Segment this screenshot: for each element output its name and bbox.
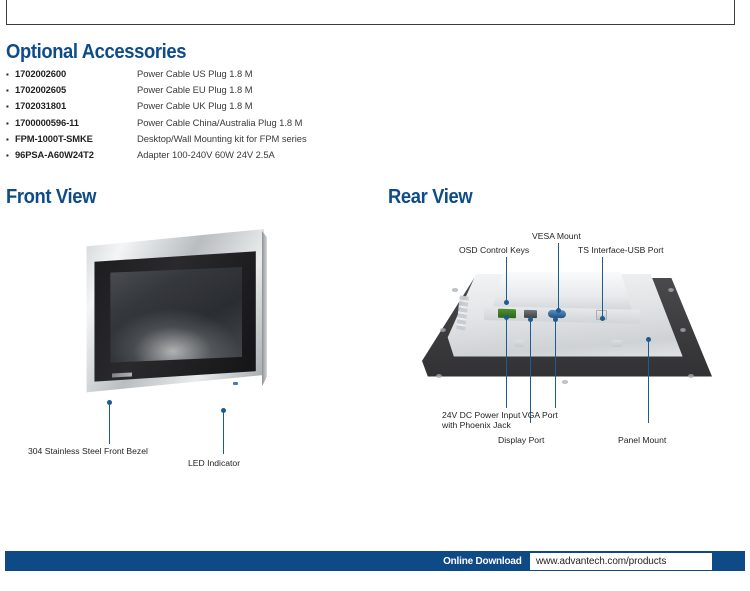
rear-view-heading: Rear View (388, 186, 473, 208)
vesa-mount-housing (492, 272, 632, 310)
list-item: ▪ 1700000596-11 Power Cable China/Austra… (6, 115, 426, 131)
mount-screw (680, 328, 686, 332)
bezel-side-edge (262, 231, 267, 387)
brand-logo (112, 372, 133, 378)
accessory-description: Desktop/Wall Mounting kit for FPM series (137, 132, 307, 144)
mount-screw (452, 288, 458, 292)
callout-label-phoenix-jack: with Phoenix Jack (442, 420, 511, 430)
callout-label-led-indicator: LED Indicator (188, 458, 241, 468)
callout-dot-ts-interface-usb-port (600, 316, 605, 321)
list-item: ▪ 1702002600 Power Cable US Plug 1.8 M (6, 66, 426, 82)
callout-line-display-port (530, 321, 532, 423)
front-monitor-image (82, 229, 267, 394)
callout-line-led (223, 412, 225, 454)
bullet-icon: ▪ (6, 118, 9, 128)
mount-screw (562, 380, 568, 384)
callout-label-dc-power-input: 24V DC Power Input (442, 410, 521, 420)
list-item: ▪ 96PSA-A60W24T2 Adapter 100-240V 60W 24… (6, 147, 426, 163)
accessory-sku: FPM-1000T-SMKE (15, 132, 93, 144)
accessory-description: Power Cable US Plug 1.8 M (137, 68, 253, 79)
callout-label-display-port: Display Port (498, 435, 545, 445)
list-item: ▪ 1702031801 Power Cable UK Plug 1.8 M (6, 98, 426, 114)
accessory-sku: 1702002605 (15, 84, 67, 96)
panel-cutout-box: Panel Cutout Dimensions: 382 x 326 mm (1… (6, 0, 735, 25)
mount-screw (436, 374, 442, 378)
accessory-sku: 1700000596-11 (15, 116, 79, 128)
callout-dot-osd-control-keys (504, 300, 509, 305)
accessory-description: Power Cable UK Plug 1.8 M (137, 100, 253, 112)
mount-screw (688, 374, 694, 378)
bullet-icon: ▪ (6, 134, 9, 144)
callout-line-bezel (109, 404, 111, 444)
callout-label-vesa-mount: VESA Mount (532, 231, 581, 241)
callout-label-ts-interface-usb-port: TS Interface-USB Port (578, 245, 664, 255)
rear-view-figure: VESA Mount OSD Control Keys TS Interface… (380, 212, 750, 472)
download-url-text: www.advantech.com/products (536, 555, 667, 567)
front-view-figure: 304 Stainless Steel Front Bezel LED Indi… (0, 212, 380, 472)
online-download-label: Online Download (443, 555, 522, 567)
accessory-sku: 1702031801 (15, 100, 67, 112)
callout-label-panel-mount: Panel Mount (618, 435, 667, 445)
callout-line-dc-power-input (506, 319, 508, 408)
optional-accessories-list: ▪ 1702002600 Power Cable US Plug 1.8 M ▪… (6, 66, 426, 163)
vesa-hole (514, 340, 524, 347)
accessory-description: Power Cable EU Plug 1.8 M (137, 84, 253, 96)
callout-line-osd-control-keys (506, 257, 508, 302)
bullet-icon: ▪ (6, 86, 9, 96)
bullet-icon: ▪ (6, 102, 9, 112)
callout-line-vesa-mount (558, 243, 560, 310)
accessory-sku: 1702002600 (15, 68, 67, 79)
callout-label-osd-control-keys: OSD Control Keys (459, 245, 530, 255)
led-indicator-light (232, 381, 238, 385)
mount-screw (440, 328, 446, 332)
bullet-icon: ▪ (6, 150, 9, 160)
callout-label-vga-port: VGA Port (522, 410, 558, 420)
download-url-box[interactable]: www.advantech.com/products (530, 552, 712, 570)
callout-label-stainless-bezel: 304 Stainless Steel Front Bezel (28, 446, 148, 456)
callout-line-vga-port (555, 321, 557, 408)
mount-screw (668, 288, 674, 292)
callout-dot-vesa-mount (556, 308, 561, 313)
vesa-hole (612, 340, 622, 347)
front-view-heading: Front View (6, 186, 97, 208)
display-screen (110, 266, 243, 363)
accessory-description: Adapter 100-240V 60W 24V 2.5A (137, 148, 275, 160)
callout-line-panel-mount (648, 341, 650, 423)
accessory-description: Power Cable China/Australia Plug 1.8 M (137, 116, 303, 128)
list-item: ▪ FPM-1000T-SMKE Desktop/Wall Mounting k… (6, 131, 426, 147)
optional-accessories-heading: Optional Accessories (6, 41, 187, 63)
callout-line-ts-interface-usb-port (602, 257, 604, 318)
rear-unit-image (422, 270, 712, 395)
list-item: ▪ 1702002605 Power Cable EU Plug 1.8 M (6, 82, 426, 98)
footer-bar: Online Download www.advantech.com/produc… (5, 551, 745, 571)
bullet-icon: ▪ (6, 70, 9, 79)
accessory-sku: 96PSA-A60W24T2 (15, 148, 94, 160)
